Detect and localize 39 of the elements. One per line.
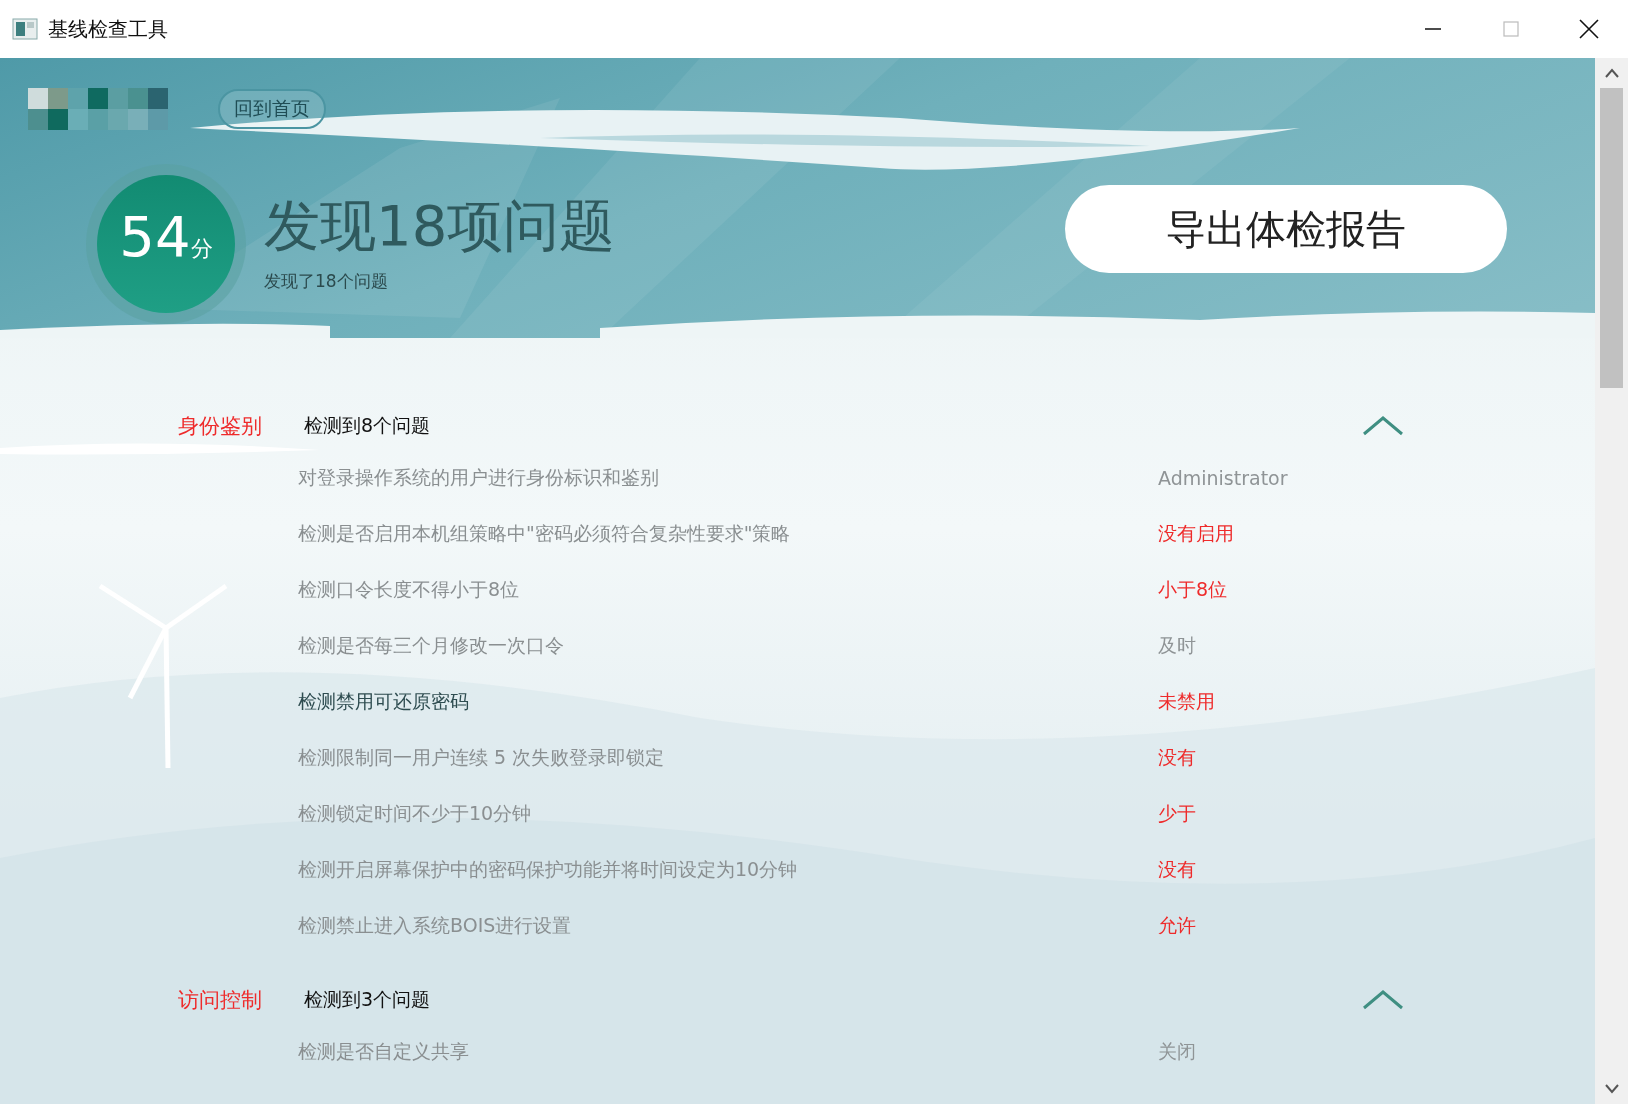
check-item: 检测是否每三个月修改一次口令	[298, 633, 565, 658]
minimize-icon	[1425, 28, 1441, 30]
maximize-icon	[1501, 19, 1521, 39]
check-item: 检测是否启用本机组策略中"密码必须符合复杂性要求"策略	[298, 521, 792, 546]
app-icon	[12, 18, 38, 40]
headline: 发现18项问题	[264, 194, 617, 257]
scroll-thumb[interactable]	[1600, 88, 1623, 388]
scrollbar[interactable]	[1595, 58, 1628, 1104]
section-summary: 检测到8个问题	[304, 413, 432, 438]
check-item: 检测锁定时间不少于10分钟	[298, 801, 533, 826]
export-report-button[interactable]: 导出体检报告	[1065, 185, 1507, 273]
subline: 发现了18个问题	[264, 270, 389, 294]
check-result: Administrator	[1158, 467, 1288, 489]
collapse-icon[interactable]	[1361, 988, 1405, 1012]
home-button[interactable]: 回到首页	[218, 89, 326, 129]
check-result: 没有	[1158, 857, 1196, 882]
check-result: 关闭	[1158, 1039, 1196, 1064]
check-result: 少于	[1158, 801, 1196, 826]
check-item: 对登录操作系统的用户进行身份标识和鉴别	[298, 465, 660, 490]
close-icon	[1578, 18, 1600, 40]
section-title: 访问控制	[178, 987, 263, 1014]
score-value: 54	[119, 209, 191, 265]
check-result: 未禁用	[1158, 689, 1215, 714]
collapse-icon[interactable]	[1361, 414, 1405, 438]
check-item: 检测限制同一用户连续 5 次失败登录即锁定	[298, 745, 666, 770]
check-item: 检测是否自定义共享	[298, 1039, 470, 1064]
section-title: 身份鉴别	[178, 413, 263, 440]
check-item: 检测禁止进入系统BOIS进行设置	[298, 913, 573, 938]
check-result: 及时	[1158, 633, 1196, 658]
section-summary: 检测到3个问题	[304, 987, 432, 1012]
score-unit: 分	[190, 236, 213, 263]
check-item: 检测禁用可还原密码	[298, 689, 470, 714]
check-result: 允许	[1158, 913, 1196, 938]
check-result: 小于8位	[1158, 577, 1228, 602]
check-item: 检测开启屏幕保护中的密码保护功能并将时间设定为10分钟	[298, 857, 799, 882]
check-result: 没有	[1158, 745, 1196, 770]
check-item: 检测口令长度不得小于8位	[298, 577, 521, 602]
check-result: 没有启用	[1158, 521, 1234, 546]
window-title: 基线检查工具	[48, 15, 169, 43]
